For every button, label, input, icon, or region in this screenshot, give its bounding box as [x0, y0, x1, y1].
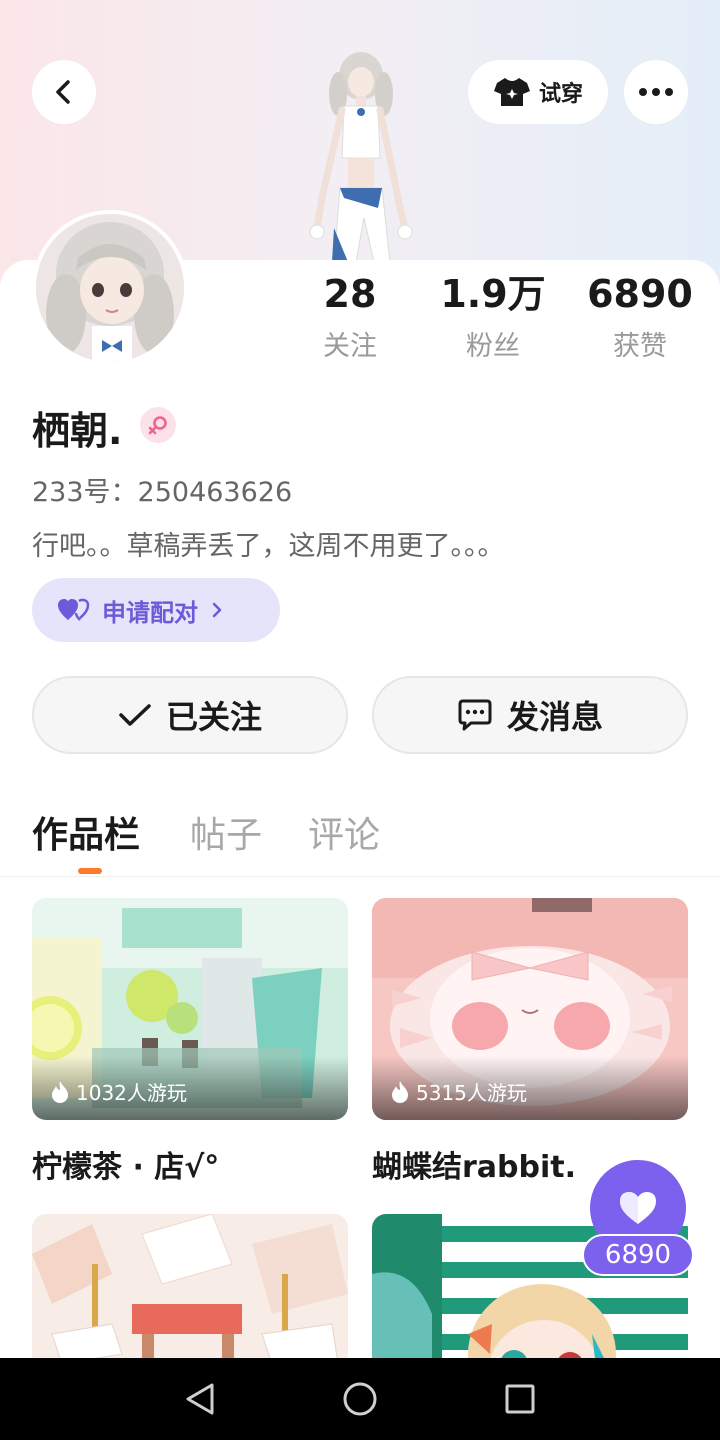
following-label: 关注	[323, 331, 377, 362]
request-pair-label: 申请配对	[102, 598, 198, 627]
tab-posts[interactable]: 帖子	[190, 806, 262, 858]
following-button[interactable]: 已关注	[32, 676, 348, 754]
play-count-label: 1032人游玩	[76, 1081, 187, 1105]
triangle-back-icon	[186, 1383, 214, 1415]
system-navigation-bar	[0, 1358, 720, 1440]
try-on-button[interactable]: 试穿	[468, 60, 608, 124]
likes-stat[interactable]: 6890 获赞	[565, 270, 715, 363]
back-button[interactable]	[32, 60, 96, 124]
following-stat[interactable]: 28 关注	[275, 270, 425, 363]
request-pair-button[interactable]: 申请配对	[32, 578, 280, 642]
username: 栖朝.	[32, 409, 123, 453]
tab-works[interactable]: 作品栏	[32, 806, 140, 858]
work-title[interactable]: 柠檬茶 · 店√°	[32, 1142, 219, 1186]
send-message-button[interactable]: 发消息	[372, 676, 688, 754]
following-count: 28	[323, 272, 377, 316]
try-on-label: 试穿	[538, 82, 583, 107]
play-count-label: 5315人游玩	[416, 1081, 527, 1105]
followers-label: 粉丝	[466, 331, 520, 362]
square-recents-icon	[505, 1384, 535, 1414]
active-tab-indicator	[78, 868, 102, 874]
flame-icon	[392, 1080, 408, 1103]
double-heart-icon	[58, 598, 90, 621]
send-message-label: 发消息	[506, 698, 603, 736]
nav-recents-button[interactable]	[490, 1369, 550, 1429]
check-icon	[119, 704, 151, 726]
likes-received-label: 获赞	[613, 331, 667, 362]
chat-bubble-icon	[458, 699, 492, 731]
circle-home-icon	[343, 1382, 377, 1416]
tshirt-icon	[493, 78, 530, 106]
bio: 行吧。。草稿弄丢了，这周不用更了。。。	[32, 531, 505, 562]
nav-back-button[interactable]	[170, 1369, 230, 1429]
work-card-thumbnail[interactable]: 1032人游玩	[32, 898, 348, 1120]
chevron-left-icon	[56, 80, 70, 104]
followers-count: 1.9万	[440, 272, 546, 316]
avatar-image	[36, 214, 184, 362]
flame-icon	[52, 1080, 68, 1103]
nav-home-button[interactable]	[330, 1369, 390, 1429]
character-model-image[interactable]	[286, 48, 436, 262]
work-title[interactable]: 蝴蝶结rabbit.	[372, 1142, 576, 1186]
play-count: 5315人游玩	[390, 1077, 527, 1106]
tab-comments[interactable]: 评论	[308, 806, 380, 858]
more-options-button[interactable]	[624, 60, 688, 124]
floating-like-count: 6890	[582, 1234, 694, 1276]
gender-badge	[140, 407, 176, 443]
user-id: 233号：250463626	[32, 477, 293, 508]
avatar[interactable]	[32, 210, 188, 366]
chevron-right-icon	[212, 602, 222, 618]
following-button-label: 已关注	[165, 698, 262, 736]
work-card-thumbnail[interactable]: 5315人游玩	[372, 898, 688, 1120]
tab-divider	[0, 876, 720, 877]
likes-received-count: 6890	[587, 272, 693, 316]
followers-stat[interactable]: 1.9万 粉丝	[418, 270, 568, 363]
more-dots-icon	[639, 88, 673, 96]
play-count: 1032人游玩	[50, 1077, 187, 1106]
female-icon	[148, 416, 167, 435]
heart-icon	[620, 1192, 656, 1224]
